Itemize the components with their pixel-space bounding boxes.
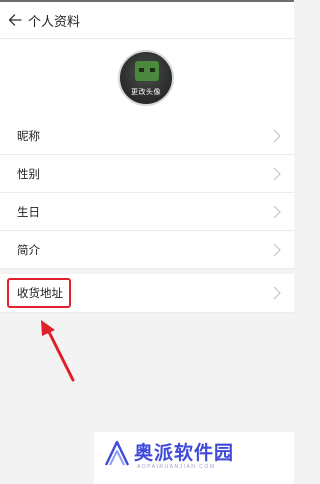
profile-list: 昵称 性别 生日 简介 <box>0 117 294 269</box>
list-item-gender[interactable]: 性别 <box>0 155 294 193</box>
watermark-subtitle: AOPAIRUANJIAN.COM <box>137 464 216 470</box>
avatar-image <box>135 61 159 81</box>
list-item-bio[interactable]: 简介 <box>0 231 294 269</box>
avatar-section: 更改头像 <box>0 39 294 117</box>
profile-page: 个人资料 更改头像 昵称 性别 生日 简介 收货地址 奥派软件园 AOPAIRU… <box>0 0 294 484</box>
avatar-eye-left <box>139 68 144 72</box>
page-title: 个人资料 <box>28 13 81 29</box>
annotation-highlight-box <box>7 278 71 308</box>
watermark: 奥派软件园 AOPAIRUANJIAN.COM <box>94 432 294 484</box>
list-item-label: 昵称 <box>17 130 40 143</box>
annotation-arrow-icon <box>41 320 75 382</box>
list-item-label: 生日 <box>17 206 40 219</box>
list-item-label: 简介 <box>17 244 40 257</box>
chevron-right-icon <box>273 167 281 181</box>
watermark-brand: 奥派软件园 <box>134 443 235 464</box>
avatar[interactable]: 更改头像 <box>118 50 174 106</box>
avatar-eye-right <box>150 68 155 72</box>
app-header: 个人资料 <box>0 2 294 39</box>
list-item-birthday[interactable]: 生日 <box>0 193 294 231</box>
arrow-left-icon[interactable] <box>4 9 26 31</box>
change-avatar-label: 更改头像 <box>131 89 161 96</box>
chevron-right-icon <box>273 129 281 143</box>
list-item-nickname[interactable]: 昵称 <box>0 117 294 155</box>
list-item-label: 性别 <box>17 168 40 181</box>
chevron-right-icon <box>273 243 281 257</box>
brand-logo-icon <box>104 440 130 466</box>
chevron-right-icon <box>273 205 281 219</box>
chevron-right-icon <box>273 286 281 300</box>
